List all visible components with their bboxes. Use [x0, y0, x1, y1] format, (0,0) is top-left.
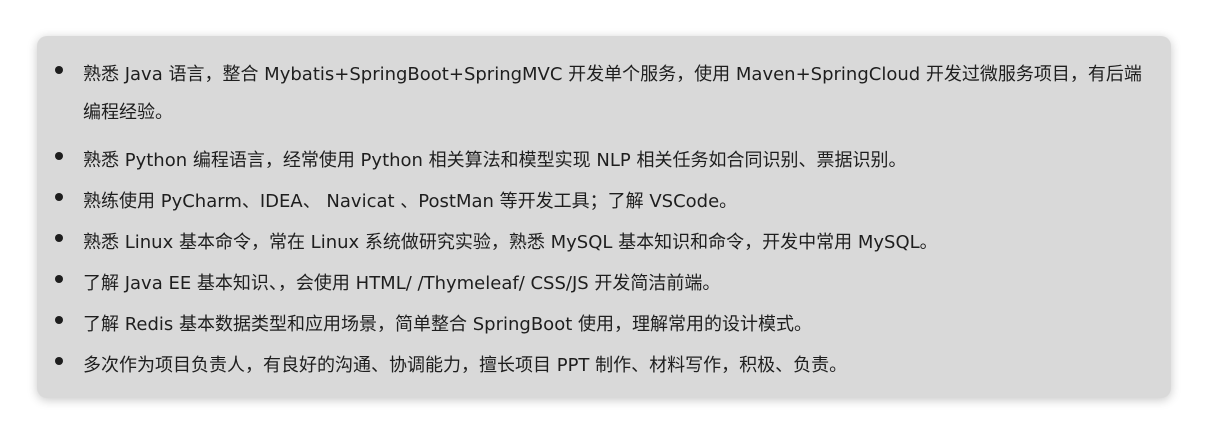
- bullet-icon: [55, 275, 63, 283]
- list-item: 熟练使用 PyCharm、IDEA、 Navicat 、PostMan 等开发工…: [37, 171, 1171, 212]
- skills-card: 熟悉 Java 语言，整合 Mybatis+SpringBoot+SpringM…: [37, 36, 1171, 398]
- list-item: 了解 Redis 基本数据类型和应用场景，简单整合 SpringBoot 使用，…: [37, 294, 1171, 335]
- list-item: 熟悉 Linux 基本命令，常在 Linux 系统做研究实验，熟悉 MySQL …: [37, 212, 1171, 253]
- bullet-icon: [55, 193, 63, 201]
- bullet-icon: [55, 66, 63, 74]
- bullet-icon: [55, 316, 63, 324]
- list-item: 熟悉 Java 语言，整合 Mybatis+SpringBoot+SpringM…: [37, 44, 1171, 123]
- bullet-icon: [55, 234, 63, 242]
- bullet-icon: [55, 357, 63, 365]
- list-item-text: 熟悉 Java 语言，整合 Mybatis+SpringBoot+SpringM…: [83, 64, 1142, 123]
- list-item: 熟悉 Python 编程语言，经常使用 Python 相关算法和模型实现 NLP…: [37, 130, 1171, 171]
- list-item-text: 多次作为项目负责人，有良好的沟通、协调能力，擅长项目 PPT 制作、材料写作，积…: [83, 355, 848, 376]
- list-item: 多次作为项目负责人，有良好的沟通、协调能力，擅长项目 PPT 制作、材料写作，积…: [37, 335, 1171, 376]
- bullet-icon: [55, 152, 63, 160]
- list-item: 了解 Java EE 基本知识、，会使用 HTML/ /Thymeleaf/ C…: [37, 253, 1171, 294]
